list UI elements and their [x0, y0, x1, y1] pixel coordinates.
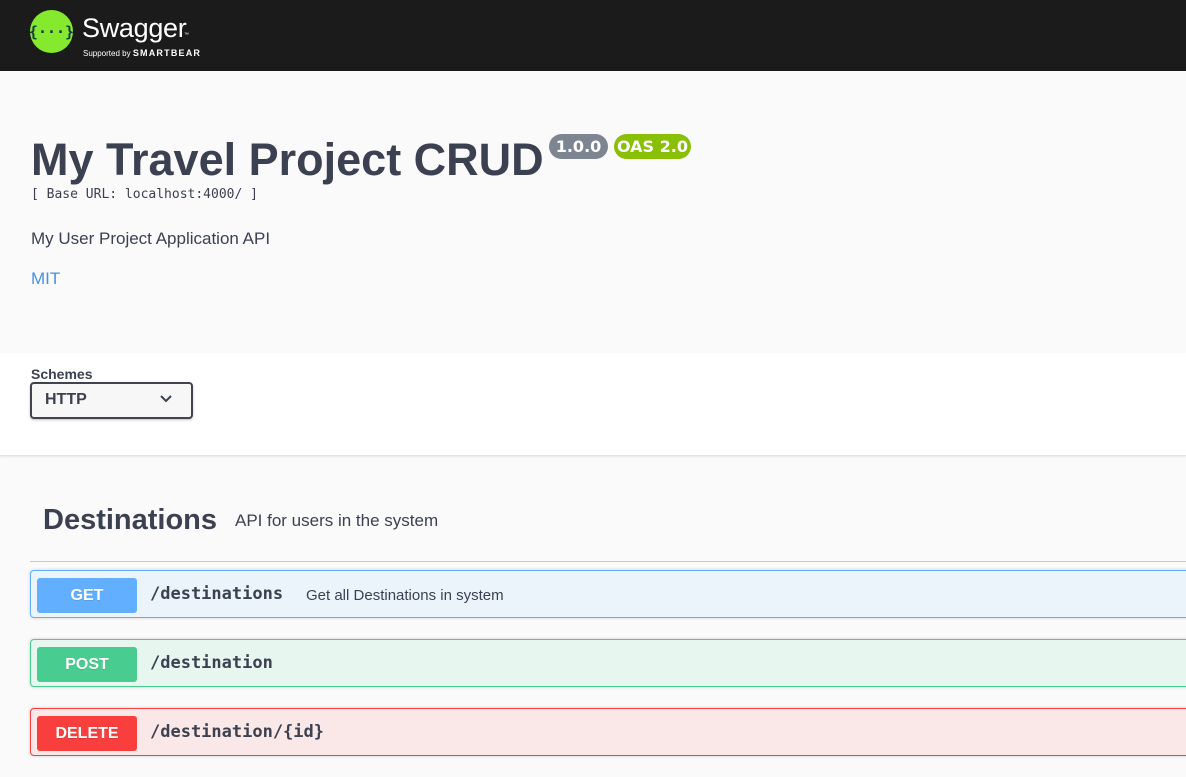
supporter-name: SMARTBEAR [132, 48, 202, 58]
brand-supported-by: Supported by SMARTBEAR [83, 48, 201, 58]
version-badge: 1.0.0 [549, 134, 608, 159]
operation-path: /destination [150, 653, 273, 673]
top-bar: {···} Swagger ™ Supported by SMARTBEAR [0, 0, 1186, 71]
api-description: My User Project Application API [31, 229, 271, 248]
page-title: My Travel Project CRUD [31, 134, 544, 185]
svg-text:{···}: {···} [30, 23, 73, 41]
chevron-down-icon [160, 395, 172, 403]
tag-divider [30, 561, 1186, 562]
schemes-select[interactable]: HTTP [30, 382, 193, 419]
operation-post-destination[interactable]: POST /destination [30, 639, 1186, 687]
method-badge: POST [37, 647, 137, 682]
method-badge: DELETE [37, 716, 137, 751]
license-link[interactable]: MIT [31, 269, 60, 289]
swagger-logo-icon[interactable]: {···} [30, 10, 73, 53]
brand-name[interactable]: Swagger [82, 13, 187, 44]
supported-by-label: Supported by [83, 49, 131, 58]
operation-path: /destination/{id} [150, 722, 324, 742]
schemes-selected-value: HTTP [45, 391, 87, 408]
spec-version-badge: OAS 2.0 [614, 134, 691, 159]
schemes-section: Schemes HTTP [0, 353, 1186, 456]
operation-summary: Get all Destinations in system [306, 587, 504, 604]
tag-name[interactable]: Destinations [43, 504, 217, 537]
brand-trademark: ™ [184, 32, 189, 38]
schemes-label: Schemes [31, 366, 93, 382]
tag-description: API for users in the system [235, 511, 439, 530]
method-badge: GET [37, 578, 137, 613]
operation-path: /destinations [150, 584, 284, 604]
operation-get-destinations[interactable]: GET /destinations Get all Destinations i… [30, 570, 1186, 618]
operation-delete-destination[interactable]: DELETE /destination/{id} [30, 708, 1186, 756]
base-url: [ Base URL: localhost:4000/ ] [31, 187, 258, 202]
